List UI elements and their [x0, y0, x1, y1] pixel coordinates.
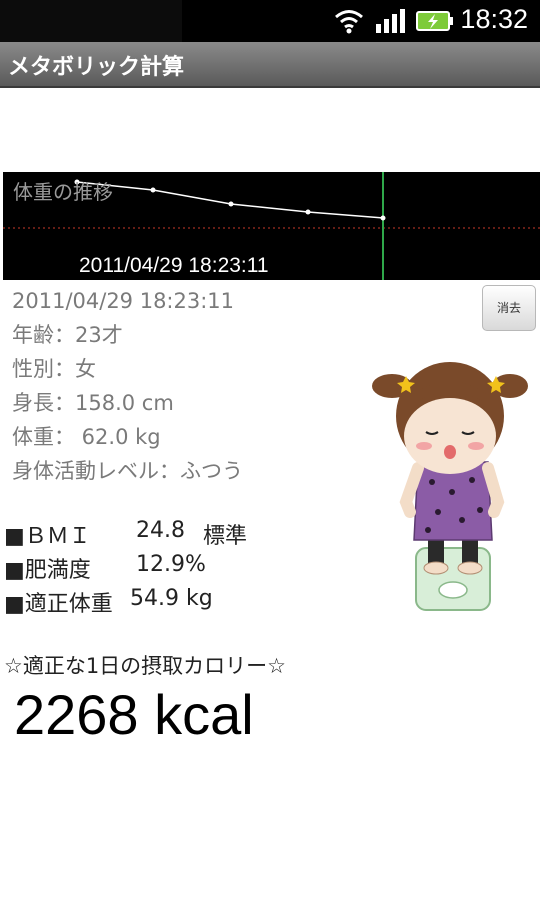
ideal-weight-value: 54.9 kg [130, 586, 213, 611]
obesity-label: ■肥満度 [4, 558, 91, 583]
weight-point [380, 215, 386, 221]
graph-title: 体重の推移 [13, 180, 113, 204]
weight-point [228, 201, 234, 207]
bmi-status: 標準 [203, 524, 248, 549]
obesity-value: 12.9% [136, 552, 206, 577]
record-info: 2011/04/29 18:23:11 年齢：23才 性別：女 身長：158.0… [12, 284, 243, 488]
record-activity-level: 身体活動レベル：ふつう [12, 459, 243, 483]
status-time: 18:32 [460, 4, 528, 34]
signal-icon [374, 8, 408, 38]
delete-button[interactable]: 消去 [482, 285, 536, 331]
app-title-bar: メタボリック計算 [0, 42, 540, 88]
bmi-label: ■ＢＭＩ [4, 524, 91, 549]
weight-line [76, 181, 384, 219]
record-date: 2011/04/29 18:23:11 [12, 289, 235, 313]
weight-point [305, 209, 311, 215]
calorie-label: ☆適正な1日の摂取カロリー☆ [4, 654, 287, 678]
ideal-weight-label: ■適正体重 [4, 592, 113, 617]
record-height: 身長：158.0 cm [12, 391, 174, 415]
wifi-icon [334, 8, 364, 38]
record-sex: 性別：女 [12, 357, 96, 381]
record-age: 年齢：23才 [12, 323, 123, 347]
weight-point [150, 187, 156, 193]
calorie-value: 2268 kcal [14, 683, 254, 746]
record-weight: 体重： 62.0 kg [12, 425, 161, 449]
app-title: メタボリック計算 [8, 55, 185, 80]
graph-date-label: 2011/04/29 18:23:11 [79, 254, 269, 277]
girl-on-scale-illustration [372, 352, 528, 618]
status-bar: 18:32 [0, 0, 540, 42]
bmi-value: 24.8 [136, 518, 185, 543]
notification-area [0, 0, 182, 42]
weight-trend-graph[interactable]: 体重の推移 2011/04/29 18:23:11 [3, 172, 540, 280]
battery-charging-icon [416, 8, 454, 38]
